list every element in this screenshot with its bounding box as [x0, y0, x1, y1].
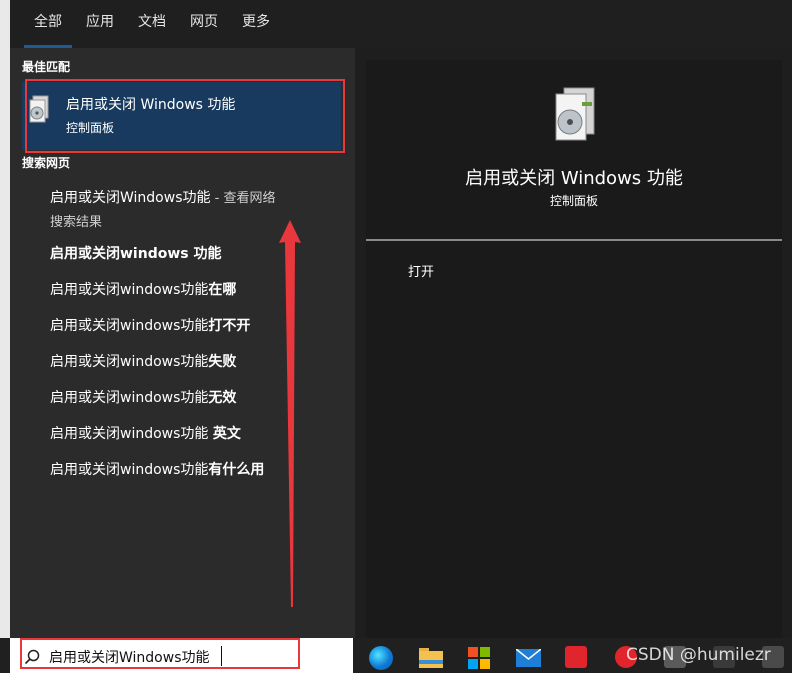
highlight-box-search [20, 638, 300, 669]
tab-documents[interactable]: 文档 [134, 0, 170, 48]
web-suggestion-4[interactable]: 启用或关闭windows功能失败 [50, 351, 236, 371]
tab-apps[interactable]: 应用 [82, 0, 118, 48]
file-explorer-icon[interactable] [419, 648, 443, 668]
suggestion-prefix: 启用或关闭windows功能 [50, 282, 209, 298]
suggestion-bold: 失败 [208, 354, 237, 370]
open-action[interactable]: 打开 [408, 261, 528, 281]
web-suggestion-suffix: - 查看网络 [210, 191, 276, 206]
suggestion-bold: 无效 [208, 390, 237, 406]
suggestion-bold: 在哪 [208, 282, 237, 298]
best-match-header: 最佳匹配 [22, 60, 71, 74]
tab-web[interactable]: 网页 [186, 0, 222, 48]
tab-more[interactable]: 更多 [238, 0, 274, 48]
annotation-arrow [279, 220, 301, 607]
web-search-header: 搜索网页 [22, 156, 71, 170]
preview-pane: 启用或关闭 Windows 功能 控制面板 打开 [366, 60, 782, 638]
web-suggestion-1[interactable]: 启用或关闭windows 功能 [50, 243, 221, 263]
web-suggestion-6[interactable]: 启用或关闭windows功能 英文 [50, 423, 241, 443]
microsoft-store-icon[interactable] [468, 647, 490, 669]
web-suggestion-3[interactable]: 启用或关闭windows功能打不开 [50, 315, 250, 335]
suggestion-prefix: 启用或关闭windows功能 [50, 462, 209, 478]
web-suggestion-5[interactable]: 启用或关闭windows功能无效 [50, 387, 236, 407]
youdao-dictionary-icon[interactable] [565, 646, 587, 668]
suggestion-bold: 有什么用 [208, 462, 265, 478]
web-suggestion-7[interactable]: 启用或关闭windows功能有什么用 [50, 459, 264, 479]
filter-tab-bar: 全部 应用 文档 网页 更多 [10, 0, 792, 48]
suggestion-bold: 打不开 [208, 318, 251, 334]
suggestion-prefix: 启用或关闭windows功能 [50, 318, 209, 334]
suggestion-prefix: 启用或关闭windows功能 [50, 354, 209, 370]
highlight-box-best-match [25, 79, 345, 153]
open-action-label: 打开 [408, 265, 435, 280]
suggestion-prefix: 启用或关闭windows功能 [50, 426, 213, 442]
windows-features-large-icon [555, 87, 595, 141]
preview-title: 启用或关闭 Windows 功能 [465, 168, 683, 189]
edge-browser-icon[interactable] [369, 646, 393, 670]
background-window-edge [0, 0, 10, 638]
watermark: CSDN @humilezr [626, 645, 771, 665]
web-suggestion-2[interactable]: 启用或关闭windows功能在哪 [50, 279, 236, 299]
tab-all[interactable]: 全部 [24, 0, 72, 48]
web-suggestion-text: 启用或关闭Windows功能 [50, 190, 211, 206]
suggestion-text: 启用或关闭windows 功能 [50, 246, 222, 262]
suggestion-bold: 英文 [212, 426, 241, 442]
preview-subtitle: 控制面板 [549, 194, 598, 208]
mail-icon[interactable] [515, 648, 542, 667]
preview-divider [366, 239, 782, 241]
suggestion-prefix: 启用或关闭windows功能 [50, 390, 209, 406]
